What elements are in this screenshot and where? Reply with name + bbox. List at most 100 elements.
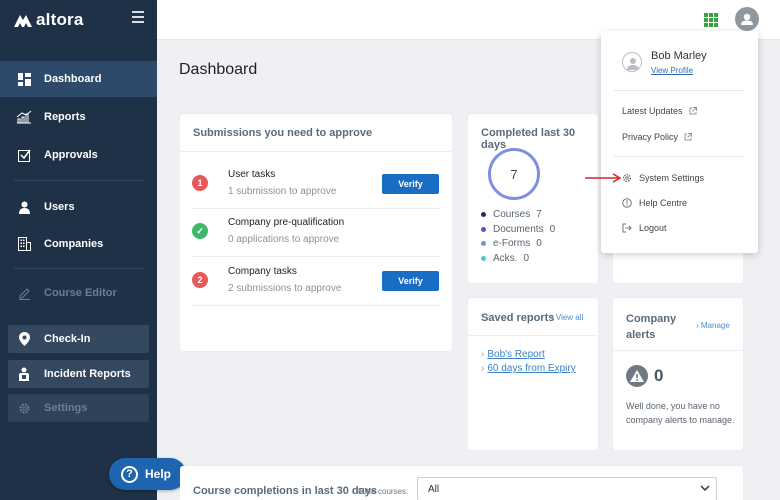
list-item: 1 User tasks 1 submission to approve Ver… xyxy=(192,161,440,209)
saved-report-link[interactable]: › 60 days from Expiry xyxy=(481,363,576,374)
sidebar-item-label: Companies xyxy=(44,238,104,250)
completed-card: Completed last 30 days 7 Courses 7 Docum… xyxy=(468,114,598,283)
view-all-link[interactable]: › View all xyxy=(551,313,583,322)
sidebar-item-label: Check-In xyxy=(44,333,91,345)
external-link-icon xyxy=(689,107,697,115)
course-editor-icon xyxy=(16,285,32,301)
sidebar-divider xyxy=(14,268,144,269)
filter-value: All xyxy=(428,483,440,495)
menu-item-label: Privacy Policy xyxy=(622,132,679,142)
sidebar-item-label: Course Editor xyxy=(44,287,117,299)
menu-item-label: System Settings xyxy=(639,173,705,183)
sidebar-divider xyxy=(14,180,144,181)
menu-item-label: Latest Updates xyxy=(622,106,683,116)
help-button[interactable]: ? Help xyxy=(109,458,186,490)
user-name: Bob Marley xyxy=(651,50,707,62)
view-profile-link[interactable]: View Profile xyxy=(651,66,693,75)
menu-item-logout[interactable]: Logout xyxy=(622,223,667,233)
sidebar-item-dashboard[interactable]: Dashboard xyxy=(0,61,157,97)
sidebar-item-label: Settings xyxy=(44,402,88,414)
filter-courses-select[interactable]: All xyxy=(417,477,717,500)
sidebar-item-settings: Settings xyxy=(8,394,149,422)
page-title: Dashboard xyxy=(179,61,258,78)
altora-logo-icon xyxy=(14,15,32,27)
verify-button[interactable]: Verify xyxy=(382,174,439,194)
row-subtitle: 1 submission to approve xyxy=(228,186,337,197)
question-mark-icon: ? xyxy=(121,465,138,483)
menu-item-label: Help Centre xyxy=(639,198,688,208)
menu-item-privacy-policy[interactable]: Privacy Policy xyxy=(622,132,693,142)
saved-report-label: 60 days from Expiry xyxy=(487,363,576,374)
legend-label: Courses xyxy=(493,209,531,220)
alerts-message: Well done, you have no company alerts to… xyxy=(626,401,735,425)
info-icon xyxy=(622,198,632,208)
count-badge: 2 xyxy=(192,272,208,288)
divider xyxy=(613,350,743,351)
brand-name: altora xyxy=(36,10,84,29)
legend-dot xyxy=(481,241,486,246)
list-item: 2 Company tasks 2 submissions to approve… xyxy=(192,258,440,306)
dashboard-icon xyxy=(16,71,32,87)
sidebar-item-approvals[interactable]: Approvals xyxy=(0,137,157,173)
gear-icon xyxy=(16,400,32,416)
divider xyxy=(468,335,598,336)
reports-icon xyxy=(16,109,32,125)
gear-icon xyxy=(622,173,632,183)
divider xyxy=(192,305,440,306)
user-avatar-button[interactable] xyxy=(735,7,759,31)
legend-label: Acks. xyxy=(493,253,518,264)
sidebar-item-reports[interactable]: Reports xyxy=(0,99,157,135)
check-icon: ✓ xyxy=(192,223,208,239)
company-alerts-card: Company alerts › Manage 0 Well done, you… xyxy=(613,298,743,450)
sidebar-item-course-editor: Course Editor xyxy=(0,275,157,311)
chevron-right-icon: › xyxy=(481,363,485,374)
row-subtitle: 0 applications to approve xyxy=(228,234,340,245)
divider xyxy=(192,256,440,257)
red-arrow-annotation xyxy=(585,173,622,183)
apps-grid-icon[interactable] xyxy=(704,13,718,27)
sidebar-item-check-in[interactable]: Check-In xyxy=(8,325,149,353)
legend-item: Acks. 0 xyxy=(481,253,529,264)
course-completions-card: Course completions in last 30 days Filte… xyxy=(180,466,743,500)
legend-label: Documents xyxy=(493,224,544,235)
menu-item-latest-updates[interactable]: Latest Updates xyxy=(622,106,697,116)
logout-icon xyxy=(622,223,632,233)
legend-dot xyxy=(481,212,486,217)
alerts-count: 0 xyxy=(654,366,664,385)
sidebar-item-companies[interactable]: Companies xyxy=(0,226,157,262)
divider xyxy=(614,156,744,157)
legend-value: 0 xyxy=(549,224,556,235)
sidebar-item-label: Users xyxy=(44,201,75,213)
sidebar-item-incident-reports[interactable]: Incident Reports xyxy=(8,360,149,388)
hamburger-menu-icon[interactable] xyxy=(132,11,144,23)
count-badge: 1 xyxy=(192,175,208,191)
sidebar-item-users[interactable]: Users xyxy=(0,189,157,225)
user-icon xyxy=(627,58,639,70)
menu-item-system-settings[interactable]: System Settings xyxy=(622,173,704,183)
saved-report-link[interactable]: › Bob's Report xyxy=(481,349,545,360)
manage-link[interactable]: › Manage xyxy=(696,321,730,330)
list-item: ✓ Company pre-qualification 0 applicatio… xyxy=(192,209,440,257)
warning-icon xyxy=(626,365,648,387)
divider xyxy=(180,151,452,152)
completed-total-ring: 7 xyxy=(488,148,540,200)
submissions-title: Submissions you need to approve xyxy=(193,127,373,139)
legend-value: 0 xyxy=(523,253,530,264)
saved-reports-title: Saved reports xyxy=(481,312,555,324)
user-icon xyxy=(741,13,753,25)
verify-button[interactable]: Verify xyxy=(382,271,439,291)
legend-item: Courses 7 xyxy=(481,209,542,220)
approvals-icon xyxy=(16,147,32,163)
submissions-card: Submissions you need to approve 1 User t… xyxy=(180,114,452,351)
company-alerts-title: Company alerts xyxy=(626,313,677,341)
menu-item-help-centre[interactable]: Help Centre xyxy=(622,198,687,208)
users-icon xyxy=(16,199,32,215)
sidebar-item-label: Reports xyxy=(44,111,86,123)
legend-value: 7 xyxy=(536,209,542,220)
row-title: Company pre-qualification xyxy=(228,217,345,228)
saved-report-label: Bob's Report xyxy=(487,349,545,360)
sidebar: altora Dashboard Reports Approvals Users… xyxy=(0,0,157,500)
row-subtitle: 2 submissions to approve xyxy=(228,283,342,294)
location-pin-icon xyxy=(16,331,32,347)
course-completions-title: Course completions in last 30 days xyxy=(193,485,378,497)
